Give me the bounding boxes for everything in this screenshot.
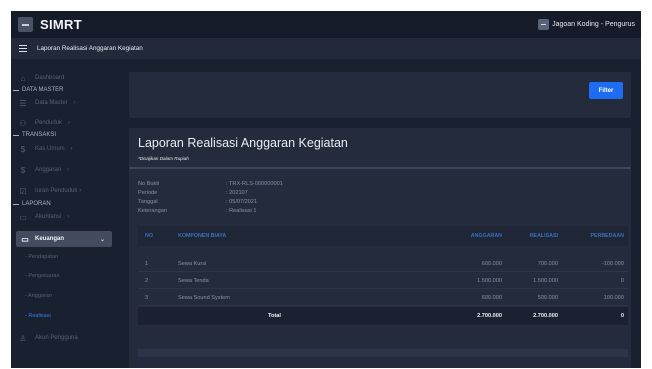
total-perbedaan: 0 <box>620 313 624 319</box>
monitor-icon: ▭ <box>21 234 29 244</box>
chevron-right-icon: › <box>68 120 71 126</box>
sidebar-item-keuangan[interactable]: ▭ Keuangan ⌄ <box>16 231 112 247</box>
row-realisasi: 1.500.000 <box>533 278 558 284</box>
sidebar-item-anggaran[interactable]: $ Anggaran › <box>11 163 126 177</box>
table-footer-bar <box>138 349 628 357</box>
chevron-right-icon: › <box>67 214 70 220</box>
meta-label: Keterangan <box>138 208 167 214</box>
sidebar-item-label: Anggaran <box>35 167 62 173</box>
report-note: *Disajikan Dalam Rupiah <box>138 156 189 161</box>
user-name[interactable]: Jagoan Koding - Pengurus <box>552 21 635 28</box>
users-icon: ⚇ <box>19 118 27 128</box>
meta-value: : TRX-RLS-000000001 <box>226 181 283 187</box>
row-perbedaan: -100.000 <box>601 261 624 267</box>
sidebar-item-kas-umum[interactable]: $ Kas Umum › <box>11 142 126 156</box>
app-window: SIMRT Jagoan Koding - Pengurus Laporan R… <box>11 11 641 368</box>
row-component: Sewa Kursi <box>178 261 207 267</box>
table-header: NO KOMPONEN BIAYA ANGGARAN REALISASI PER… <box>138 226 628 246</box>
sidebar-item-label: Dashboard <box>35 75 65 81</box>
row-number: 3 <box>145 295 149 301</box>
column-header: KOMPONEN BIAYA <box>178 233 227 239</box>
report-card: Laporan Realisasi Anggaran Kegiatan *Dis… <box>129 128 631 368</box>
divider <box>129 167 631 169</box>
sidebar-section-label: LAPORAN <box>22 201 51 207</box>
row-component: Sewa Sound System <box>178 295 230 301</box>
sidebar-item-label: Kas Umum <box>35 146 65 152</box>
row-realisasi: 700.000 <box>537 261 558 267</box>
brand-name[interactable]: SIMRT <box>40 17 82 32</box>
meta-value: : 202107 <box>226 190 248 196</box>
page-header-bar: Laporan Realisasi Anggaran Kegiatan <box>11 38 641 59</box>
total-realisasi: 2.700.000 <box>533 313 558 319</box>
row-perbedaan: 0 <box>620 278 624 284</box>
sidebar-item-akun-pengguna[interactable]: ♙ Akun Pengguna <box>11 331 126 345</box>
table-row: 3 Sewa Sound System 600.000 500.000 100.… <box>138 289 628 306</box>
row-number: 2 <box>145 278 149 284</box>
total-label: Total <box>268 313 281 319</box>
sidebar-item-penduduk[interactable]: ⚇ Penduduk › <box>11 116 126 130</box>
sidebar-section-data-master: DATA MASTER <box>11 85 126 95</box>
user-menu[interactable]: Jagoan Koding - Pengurus <box>538 11 635 38</box>
meta-label: Periode <box>138 190 158 196</box>
avatar[interactable] <box>538 19 550 30</box>
chevron-right-icon: › <box>79 188 82 194</box>
sidebar-subitem-pengeluaran[interactable]: - Pengeluaran <box>25 273 60 279</box>
row-realisasi: 500.000 <box>537 295 558 301</box>
top-navbar: SIMRT Jagoan Koding - Pengurus <box>11 11 641 38</box>
sidebar-section-transaksi: TRANSAKSI <box>11 130 126 140</box>
table-row: 2 Sewa Tenda 1.500.000 1.500.000 0 <box>138 272 628 289</box>
database-icon: ☰ <box>19 98 27 108</box>
sidebar-item-dashboard[interactable]: ⌂ Dashboard <box>11 71 126 85</box>
sidebar-section-label: DATA MASTER <box>22 87 64 93</box>
chevron-right-icon: › <box>73 100 76 106</box>
sidebar-item-label: Iuran Penduduk <box>35 188 78 194</box>
sidebar-item-label: Data Master <box>35 100 68 106</box>
meta-value: : 05/07/2021 <box>226 199 258 205</box>
sidebar-item-label: Keuangan <box>35 236 65 242</box>
table-row: 1 Sewa Kursi 600.000 700.000 -100.000 <box>138 255 628 272</box>
column-header: PERBEDAAN <box>590 233 624 239</box>
menu-toggle-icon[interactable] <box>19 45 27 52</box>
report-title: Laporan Realisasi Anggaran Kegiatan <box>138 136 348 150</box>
filter-button[interactable]: Filter <box>589 82 623 99</box>
column-header: NO <box>145 233 153 239</box>
meta-label: Tanggal <box>138 199 158 205</box>
meta-label: No Bukti <box>138 181 160 187</box>
sidebar-item-data-master[interactable]: ☰ Data Master › <box>11 96 126 110</box>
checkbox-icon: ☑ <box>19 186 27 196</box>
row-number: 1 <box>145 261 149 267</box>
sidebar-item-akuntansi[interactable]: ▭ Akuntansi › <box>11 210 126 224</box>
dollar-icon: $ <box>20 144 26 154</box>
chevron-down-icon: ⌄ <box>99 236 105 243</box>
column-header: REALISASI <box>529 233 558 239</box>
sidebar-item-label: Penduduk <box>35 120 63 126</box>
sidebar-item-iuran-penduduk[interactable]: ☑ Iuran Penduduk › <box>11 184 126 198</box>
sidebar-item-label: Akun Pengguna <box>35 335 78 341</box>
user-icon: ♙ <box>19 333 27 343</box>
sidebar-item-label: Akuntansi <box>35 214 62 220</box>
sidebar-subitem-anggaran[interactable]: - Anggaran <box>25 293 52 299</box>
sidebar-subitem-pendapatan[interactable]: - Pendapatan <box>25 254 58 260</box>
home-icon: ⌂ <box>20 73 26 83</box>
sidebar: ⌂ Dashboard DATA MASTER ☰ Data Master › … <box>11 59 126 368</box>
table-total-row: Total 2.700.000 2.700.000 0 <box>138 307 628 325</box>
chevron-right-icon: › <box>67 167 70 173</box>
chevron-right-icon: › <box>70 146 73 152</box>
sidebar-section-laporan: LAPORAN <box>11 199 126 209</box>
monitor-icon: ▭ <box>19 212 27 222</box>
row-component: Sewa Tenda <box>178 278 209 284</box>
dollar-icon: $ <box>20 165 26 175</box>
filter-panel: Filter <box>129 72 631 118</box>
page-title: Laporan Realisasi Anggaran Kegiatan <box>37 45 143 52</box>
sidebar-section-label: TRANSAKSI <box>22 132 57 138</box>
app-logo-icon[interactable] <box>18 17 33 32</box>
meta-value: : Realisasi 1 <box>226 208 257 214</box>
row-perbedaan: 100.000 <box>603 295 624 301</box>
sidebar-subitem-realisasi[interactable]: - Realisasi <box>25 313 51 319</box>
